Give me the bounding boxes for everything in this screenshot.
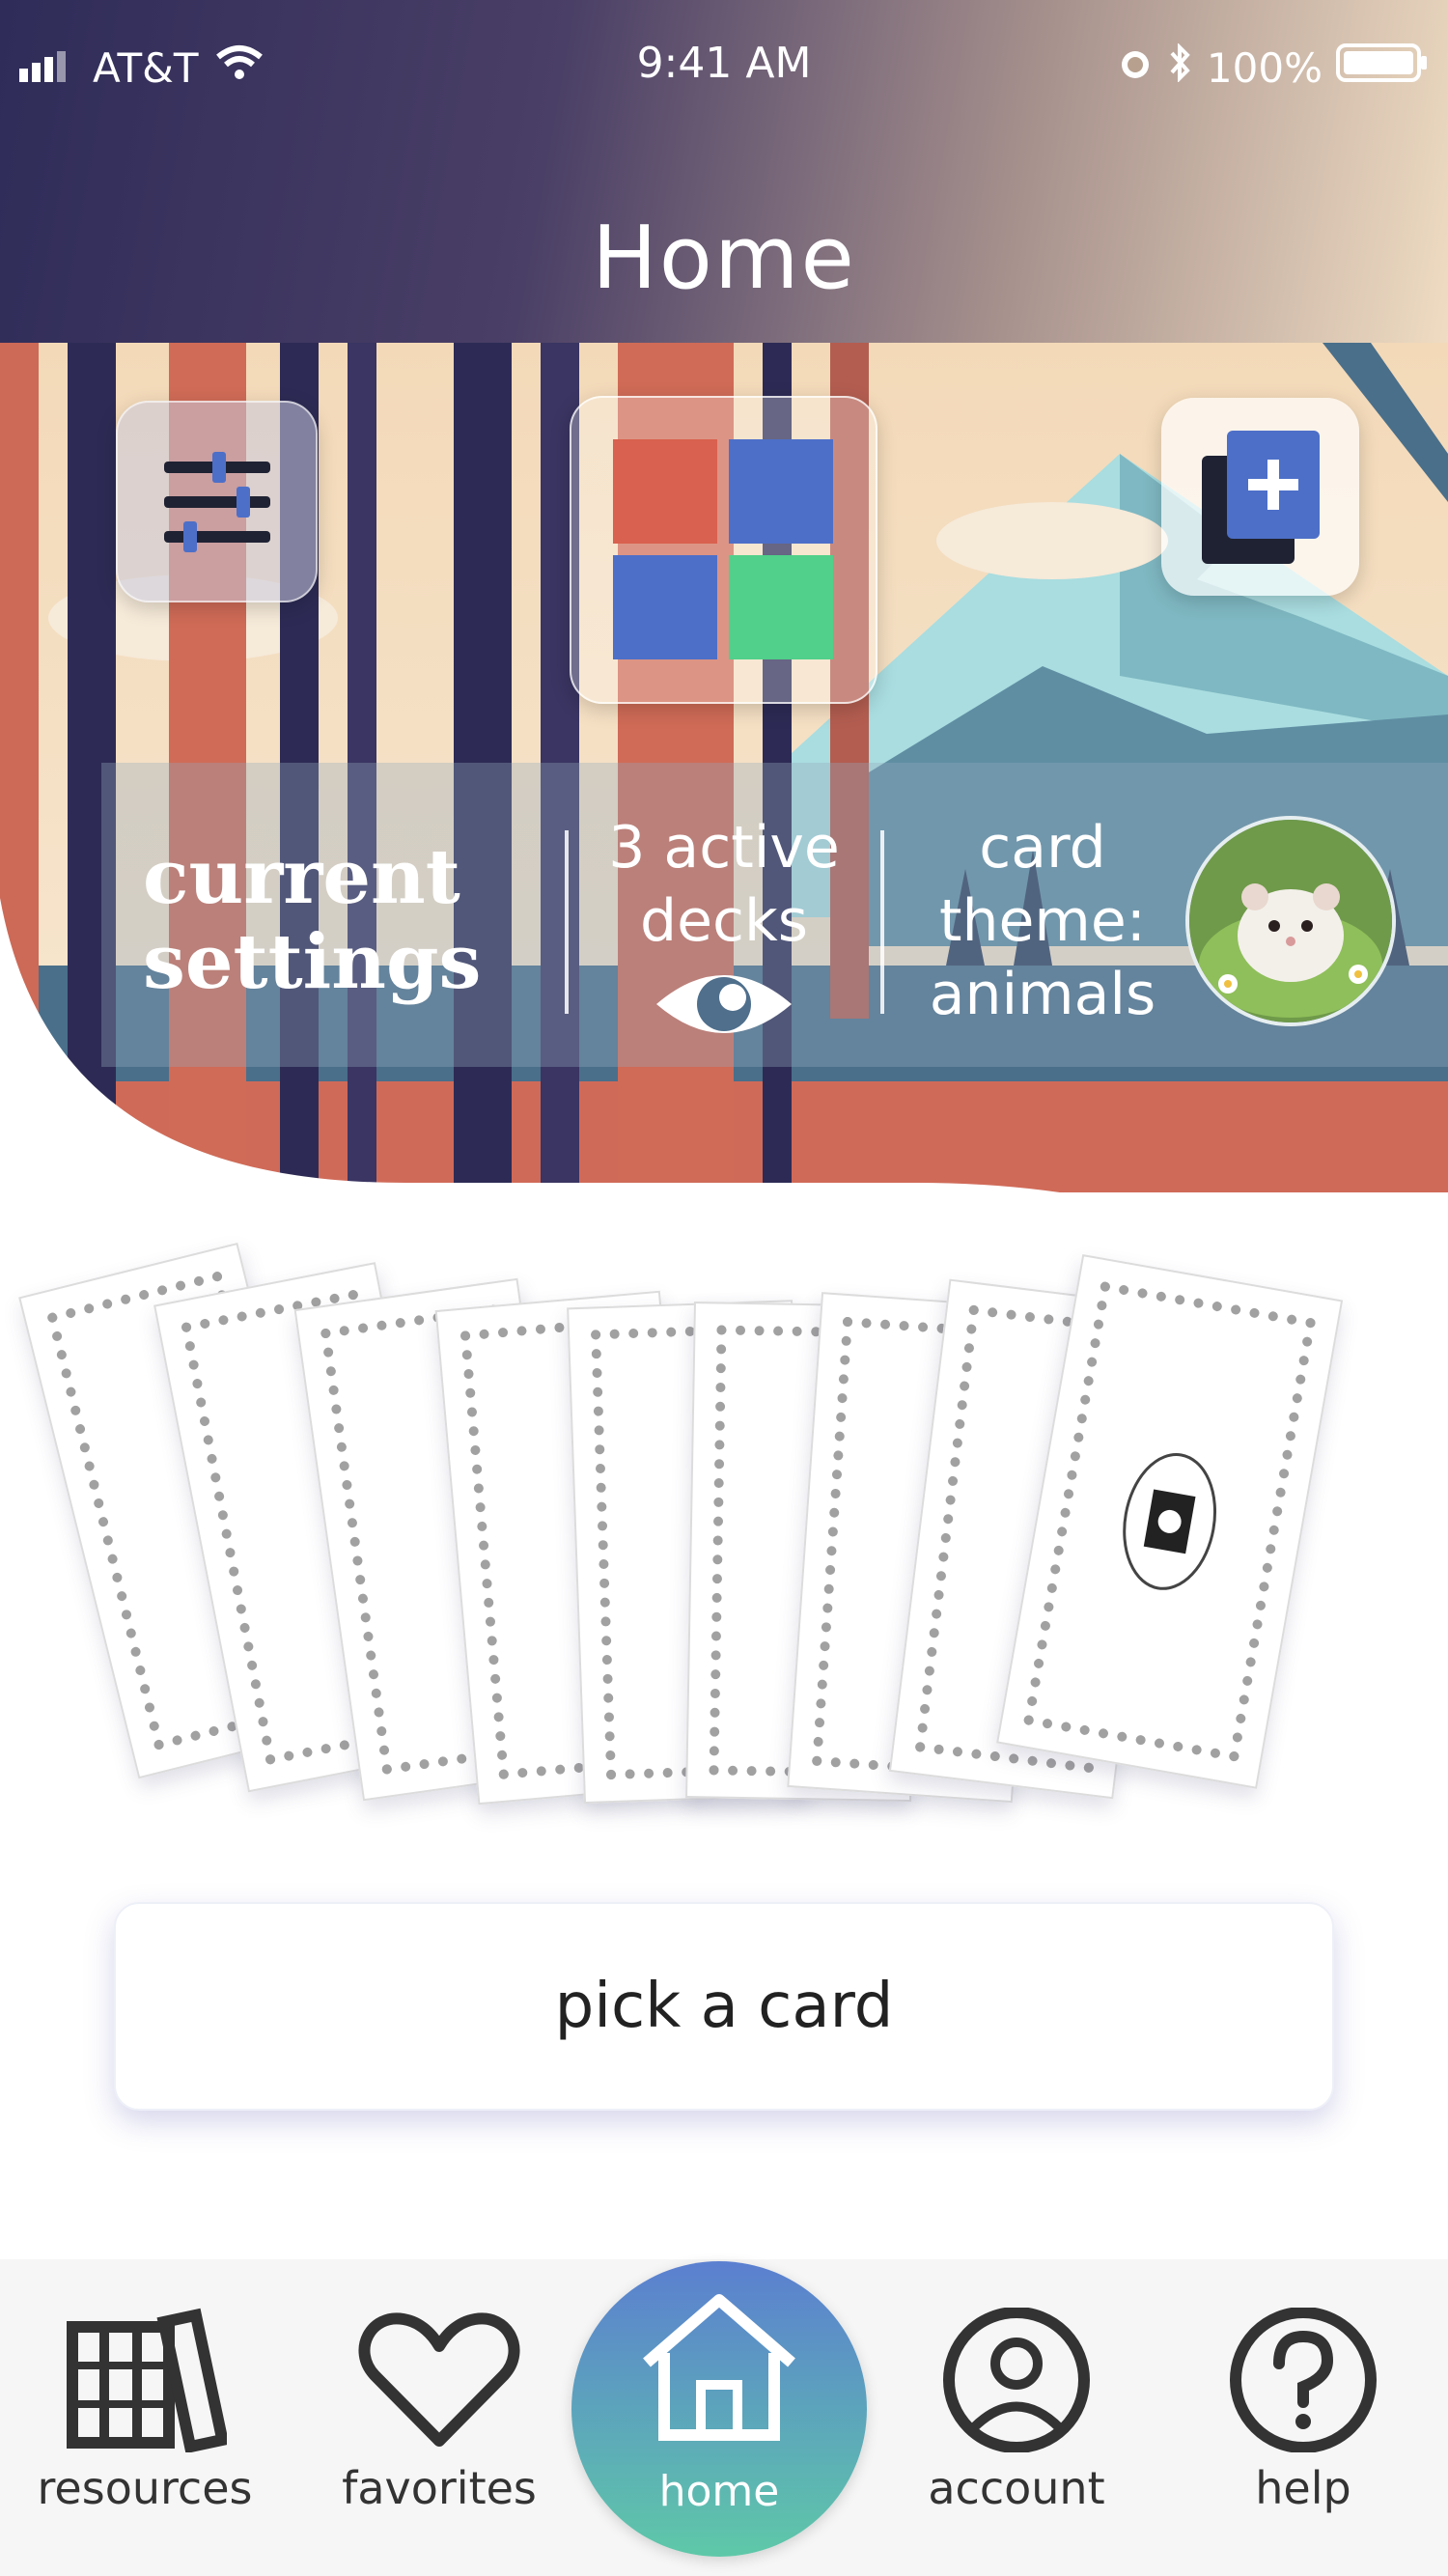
books-icon bbox=[67, 2308, 230, 2454]
decks-line2: decks bbox=[640, 887, 808, 955]
nav-resources[interactable]: resources bbox=[24, 2308, 265, 2514]
status-right: 100% bbox=[1116, 39, 1429, 97]
house-icon bbox=[643, 2294, 795, 2441]
nav-label-resources: resources bbox=[37, 2462, 253, 2514]
card-fan[interactable] bbox=[0, 1217, 1448, 1854]
header-bar: AT&T 9:41 AM 100% Home bbox=[0, 0, 1448, 343]
settings-title-line2: settings bbox=[143, 918, 482, 1006]
eye-icon[interactable] bbox=[652, 961, 796, 1051]
nav-favorites[interactable]: favorites bbox=[319, 2308, 560, 2514]
decks-line1: 3 active bbox=[608, 814, 840, 882]
home-screen: AT&T 9:41 AM 100% Home current settings … bbox=[0, 0, 1448, 2576]
help-icon bbox=[1230, 2307, 1377, 2453]
divider bbox=[565, 830, 569, 1014]
nav-label-help: help bbox=[1255, 2462, 1351, 2514]
alarm-icon bbox=[1116, 43, 1155, 92]
active-decks-button[interactable] bbox=[570, 396, 877, 704]
active-decks-info[interactable]: 3 active decks bbox=[570, 811, 878, 958]
sliders-icon bbox=[163, 451, 270, 552]
battery-icon bbox=[1336, 42, 1429, 94]
page-title: Home bbox=[592, 208, 856, 309]
theme-avatar[interactable] bbox=[1185, 816, 1396, 1026]
settings-title-line1: current bbox=[143, 833, 460, 921]
nav-account[interactable]: account bbox=[896, 2307, 1137, 2514]
battery-percent: 100% bbox=[1206, 43, 1323, 92]
theme-line3: animals bbox=[929, 961, 1156, 1028]
bluetooth-icon bbox=[1168, 42, 1193, 92]
hamster-image bbox=[1189, 820, 1392, 1022]
nav-help[interactable]: help bbox=[1183, 2307, 1424, 2514]
add-deck-button[interactable] bbox=[1161, 398, 1359, 596]
user-icon bbox=[943, 2307, 1090, 2453]
filter-settings-button[interactable] bbox=[116, 401, 318, 602]
pick-card-button[interactable]: pick a card bbox=[114, 1902, 1334, 2111]
four-color-grid-icon bbox=[612, 438, 833, 659]
nav-label-account: account bbox=[928, 2462, 1105, 2514]
current-settings-heading[interactable]: current settings bbox=[143, 835, 529, 1005]
nav-label-favorites: favorites bbox=[342, 2462, 537, 2514]
add-deck-icon bbox=[1201, 430, 1320, 564]
divider bbox=[880, 830, 884, 1014]
card-emblem-icon bbox=[1123, 1453, 1217, 1590]
nav-label-home: home bbox=[658, 2467, 780, 2516]
theme-line1: card bbox=[979, 814, 1106, 882]
heart-icon bbox=[358, 2312, 520, 2447]
card-theme-info[interactable]: card theme: animals bbox=[898, 811, 1187, 1031]
theme-line2: theme: bbox=[938, 887, 1147, 955]
